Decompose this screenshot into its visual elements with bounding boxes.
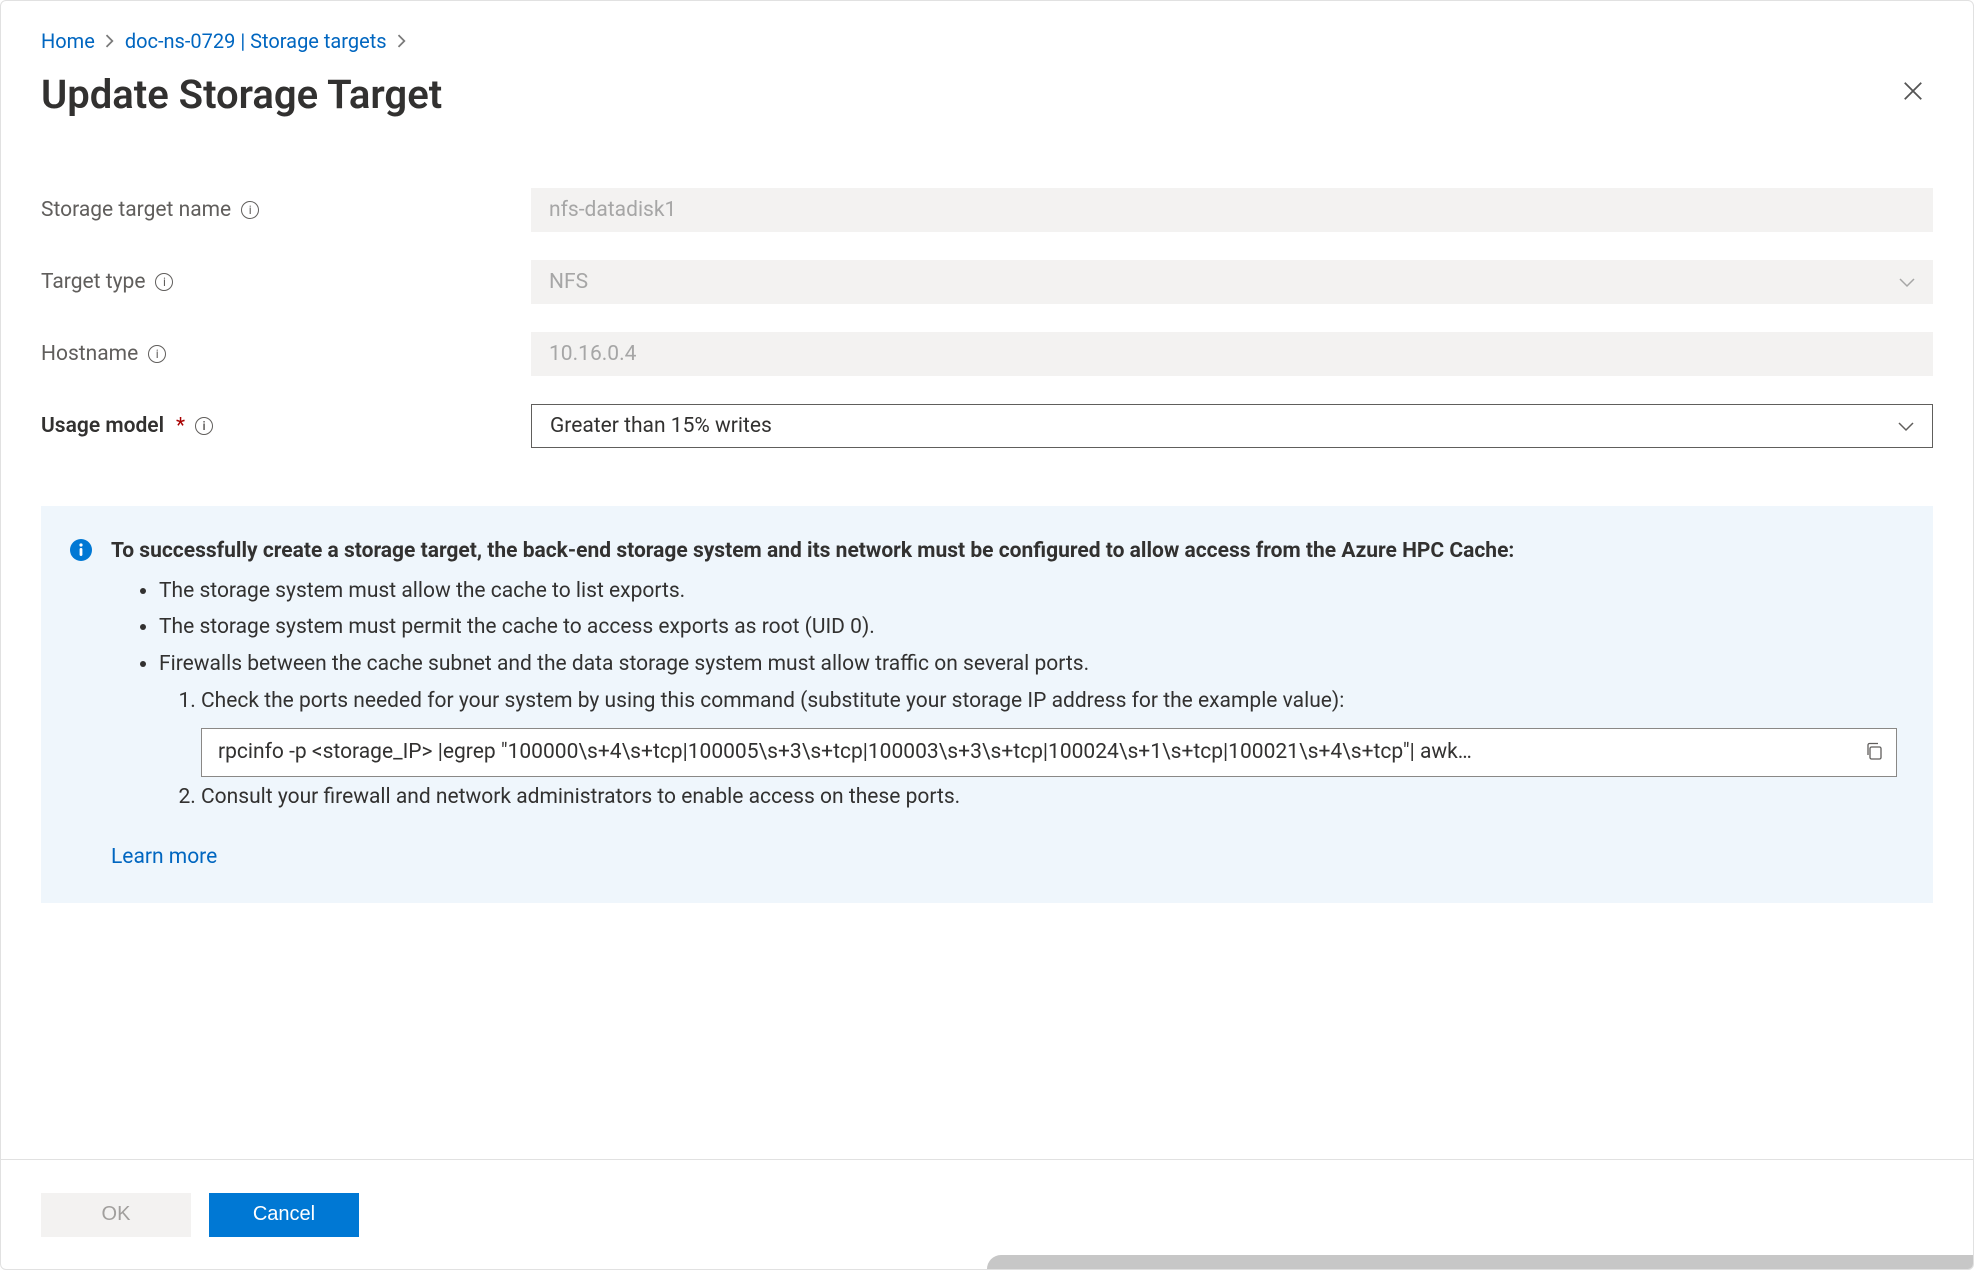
ok-button[interactable]: OK — [41, 1193, 191, 1237]
label-text: Usage model — [41, 414, 164, 438]
info-icon[interactable]: i — [155, 273, 173, 291]
content-area: Home doc-ns-0729 | Storage targets Updat… — [1, 1, 1973, 1159]
list-item: The storage system must permit the cache… — [159, 612, 1897, 644]
horizontal-scrollbar[interactable] — [987, 1255, 1973, 1269]
info-body: To successfully create a storage target,… — [111, 536, 1897, 873]
list-item: The storage system must allow the cache … — [159, 576, 1897, 608]
label-usage-model: Usage model * i — [41, 414, 531, 438]
cancel-button[interactable]: Cancel — [209, 1193, 359, 1237]
storage-target-name-field: nfs-datadisk1 — [531, 188, 1933, 232]
list-item: Firewalls between the cache subnet and t… — [159, 649, 1897, 681]
copy-button[interactable] — [1864, 741, 1886, 763]
learn-more-link[interactable]: Learn more — [111, 842, 217, 874]
target-type-select: NFS — [531, 260, 1933, 304]
field-value: nfs-datadisk1 — [549, 198, 676, 222]
info-heading: To successfully create a storage target,… — [111, 536, 1897, 568]
field-value: Greater than 15% writes — [550, 414, 772, 438]
required-star-icon: * — [176, 414, 185, 438]
info-icon — [69, 538, 93, 562]
label-text: Hostname — [41, 342, 138, 366]
close-icon — [1902, 80, 1924, 102]
label-text: Storage target name — [41, 198, 231, 222]
info-icon[interactable]: i — [195, 417, 213, 435]
field-value: NFS — [549, 270, 588, 294]
close-button[interactable] — [1893, 71, 1933, 111]
step-text: Check the ports needed for your system b… — [201, 689, 1344, 713]
info-steps: Check the ports needed for your system b… — [201, 686, 1897, 814]
storage-target-form: Storage target name i nfs-datadisk1 Targ… — [41, 188, 1933, 448]
row-hostname: Hostname i 10.16.0.4 — [41, 332, 1933, 376]
title-row: Update Storage Target — [41, 71, 1933, 118]
chevron-down-icon — [1898, 414, 1914, 438]
breadcrumb-parent-link[interactable]: doc-ns-0729 | Storage targets — [125, 29, 387, 53]
command-box: rpcinfo -p <storage_IP> |egrep "100000\s… — [201, 728, 1897, 778]
label-hostname: Hostname i — [41, 342, 531, 366]
list-item: Check the ports needed for your system b… — [201, 686, 1897, 777]
row-target-type: Target type i NFS — [41, 260, 1933, 304]
copy-icon — [1864, 741, 1884, 761]
info-icon[interactable]: i — [148, 345, 166, 363]
row-storage-target-name: Storage target name i nfs-datadisk1 — [41, 188, 1933, 232]
info-box: To successfully create a storage target,… — [41, 506, 1933, 903]
label-text: Target type — [41, 270, 145, 294]
list-item: Consult your firewall and network admini… — [201, 782, 1897, 814]
update-storage-target-page: Home doc-ns-0729 | Storage targets Updat… — [0, 0, 1974, 1270]
label-target-type: Target type i — [41, 270, 531, 294]
field-value: 10.16.0.4 — [549, 342, 636, 366]
breadcrumb-home-link[interactable]: Home — [41, 29, 95, 53]
chevron-down-icon — [1899, 270, 1915, 294]
breadcrumb-separator-icon — [105, 29, 115, 53]
info-icon[interactable]: i — [241, 201, 259, 219]
page-title: Update Storage Target — [41, 71, 442, 118]
footer: OK Cancel — [1, 1159, 1973, 1269]
hostname-field: 10.16.0.4 — [531, 332, 1933, 376]
breadcrumb: Home doc-ns-0729 | Storage targets — [41, 29, 1933, 53]
label-storage-target-name: Storage target name i — [41, 198, 531, 222]
usage-model-select[interactable]: Greater than 15% writes — [531, 404, 1933, 448]
command-text: rpcinfo -p <storage_IP> |egrep "100000\s… — [218, 740, 1472, 764]
breadcrumb-separator-icon — [397, 29, 407, 53]
info-bullets: The storage system must allow the cache … — [159, 576, 1897, 681]
row-usage-model: Usage model * i Greater than 15% writes — [41, 404, 1933, 448]
